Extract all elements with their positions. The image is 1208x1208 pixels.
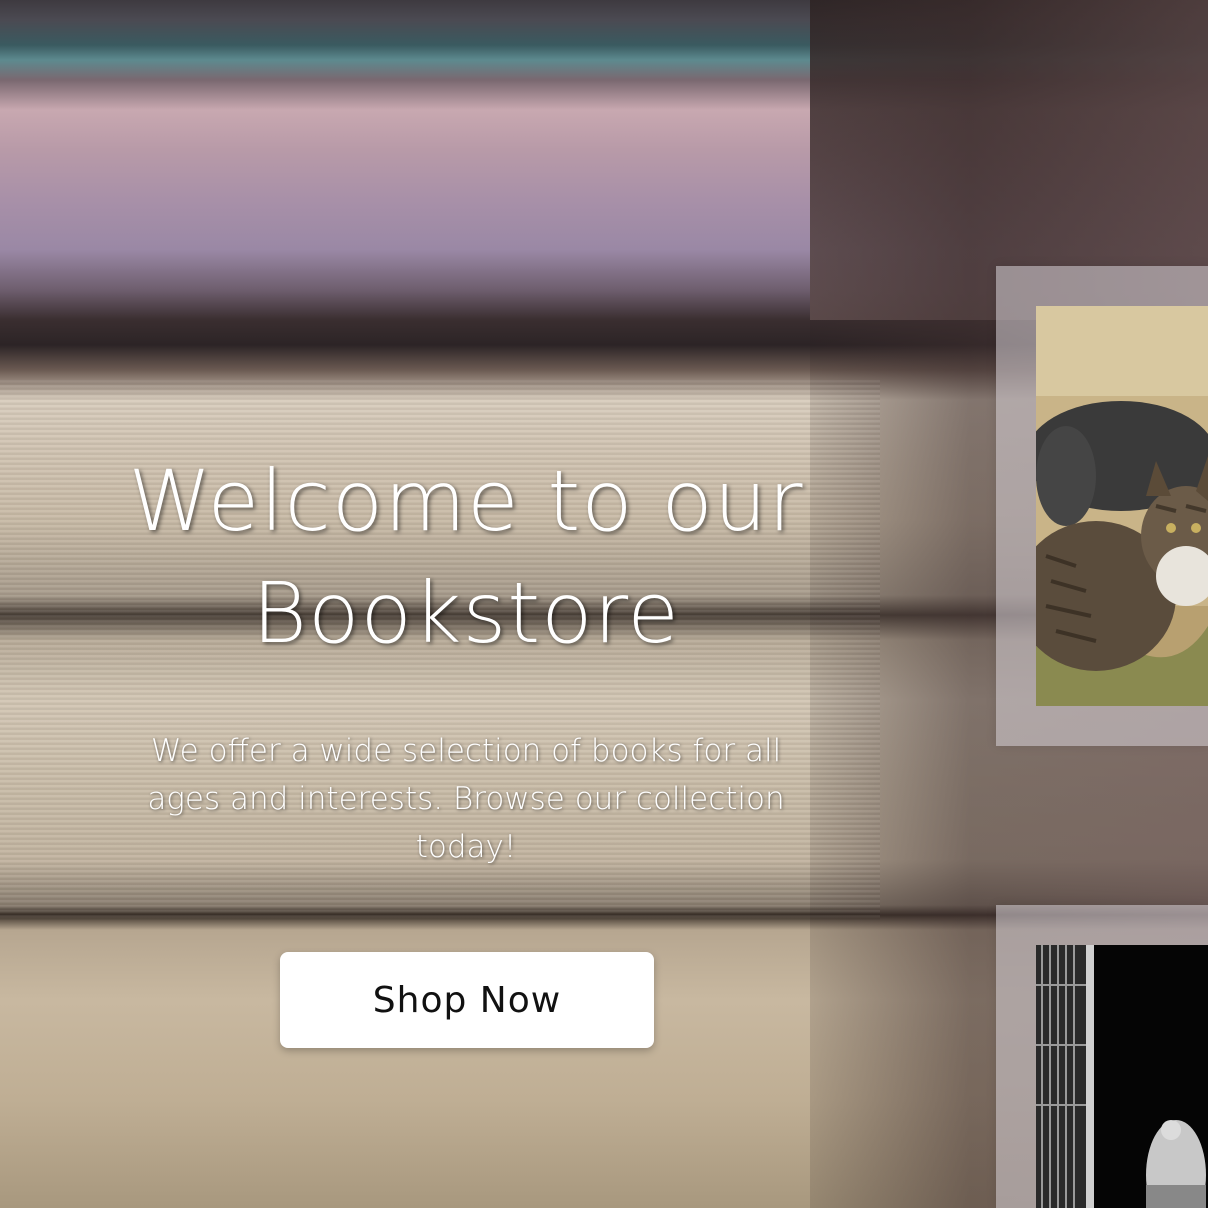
gallery-card-street[interactable] <box>996 905 1208 1208</box>
street-photo <box>1036 945 1208 1208</box>
cats-image <box>1036 306 1208 706</box>
hero-subtitle: We offer a wide selection of books for a… <box>147 733 785 865</box>
hero-section: Welcome to our Bookstore We offer a wide… <box>110 445 822 871</box>
hero-title: Welcome to our Bookstore <box>110 445 822 669</box>
hero-title-line-2: Bookstore <box>252 564 680 662</box>
hero-title-line-1: Welcome to our <box>128 452 804 550</box>
shop-now-button[interactable]: Shop Now <box>280 952 654 1048</box>
street-image <box>1036 945 1208 1208</box>
gallery-card-cats[interactable] <box>996 266 1208 746</box>
cats-photo <box>1036 306 1208 706</box>
